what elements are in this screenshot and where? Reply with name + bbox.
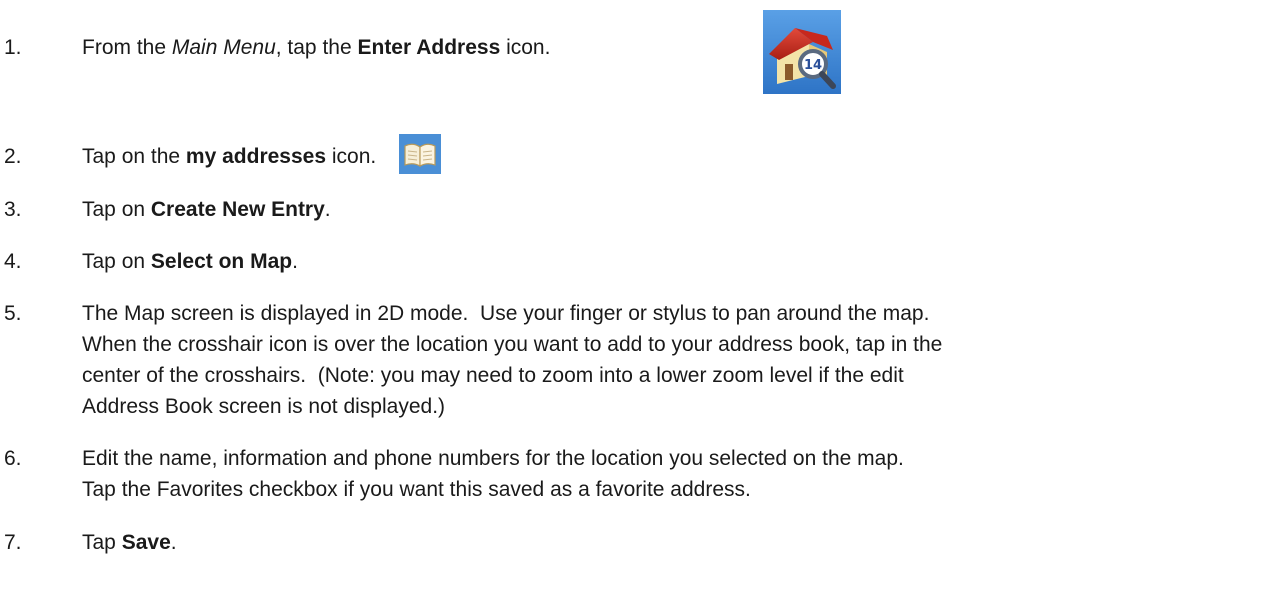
svg-text:14: 14 (804, 58, 822, 73)
step-number: 1. (4, 36, 22, 59)
my-addresses-ref: my addresses (185, 145, 327, 168)
step-text-part: Tap on (82, 250, 151, 273)
step-text-part: From the (82, 36, 172, 59)
step-text-part: Tap on (82, 198, 151, 221)
step-text-part: . (324, 198, 331, 221)
step-number: 2. (4, 145, 22, 168)
step-text: From the Main Menu, tap the Enter Addres… (82, 32, 1252, 63)
main-menu-ref: Main Menu (171, 36, 276, 59)
step-line: Tap the Favorites checkbox if you want t… (82, 478, 751, 501)
step-number: 7. (4, 531, 22, 554)
step-text: Tap on the my addresses icon. (82, 141, 1252, 172)
select-on-map-ref: Select on Map (150, 250, 293, 273)
step-line: When the crosshair icon is over the loca… (82, 333, 943, 356)
step-text-part: , tap the (275, 36, 358, 59)
step-text-part: Tap on the (82, 145, 186, 168)
step-text-part: icon. (326, 145, 377, 168)
step-line: The Map screen is displayed in 2D mode. … (82, 302, 930, 325)
step-text-part: icon. (500, 36, 551, 59)
step-text: Tap on Select on Map. (82, 246, 1252, 277)
step-line: Edit the name, information and phone num… (82, 447, 904, 470)
create-new-entry-ref: Create New Entry (150, 198, 325, 221)
step-text: Tap on Create New Entry. (82, 194, 1252, 225)
step-text: Edit the name, information and phone num… (82, 443, 1252, 505)
step-text-part: . (170, 531, 177, 554)
address-book-icon (399, 134, 441, 174)
house-magnifier-icon: 14 (763, 10, 841, 94)
enter-address-ref: Enter Address (357, 36, 501, 59)
step-number: 5. (4, 302, 22, 325)
step-text: Tap Save. (82, 527, 1252, 558)
step-text-part: Tap (82, 531, 122, 554)
save-ref: Save (121, 531, 171, 554)
step-number: 3. (4, 198, 22, 221)
step-line: center of the crosshairs. (Note: you may… (82, 364, 904, 387)
step-line: Address Book screen is not displayed.) (82, 395, 446, 418)
step-text-part: . (292, 250, 298, 273)
step-number: 4. (4, 250, 22, 273)
step-number: 6. (4, 447, 22, 470)
step-text: The Map screen is displayed in 2D mode. … (82, 298, 1252, 422)
